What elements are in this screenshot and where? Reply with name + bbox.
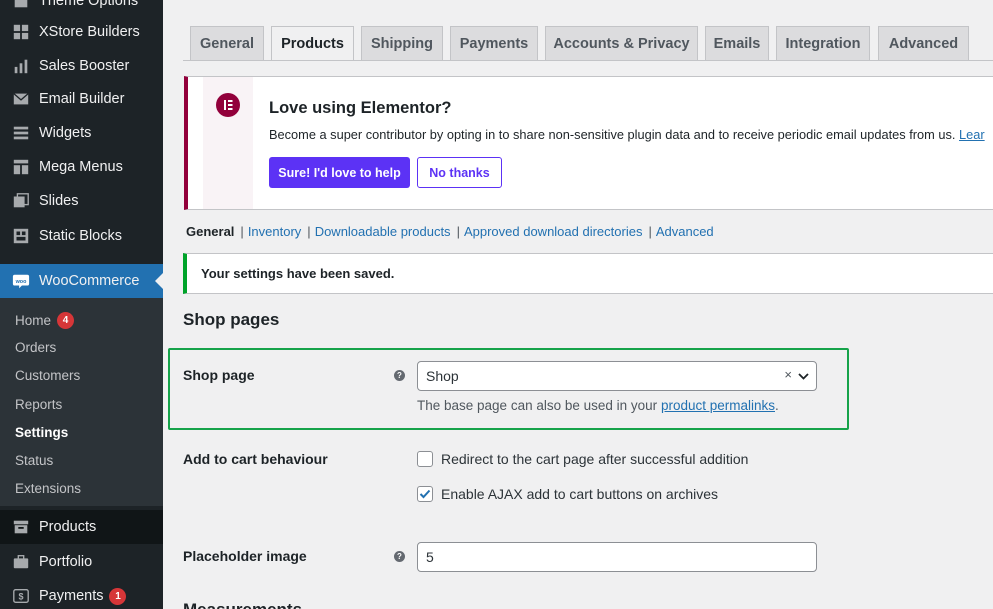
slides-icon	[11, 191, 31, 211]
sidebar-item-sales-booster[interactable]: Sales Booster	[0, 49, 163, 83]
submenu-item-customers[interactable]: Customers	[15, 368, 80, 383]
sidebar-item-label: WooCommerce	[39, 273, 140, 289]
sidebar-item-label: Mega Menus	[39, 159, 123, 175]
sidebar-item-widgets[interactable]: Widgets	[0, 116, 163, 150]
svg-text:$: $	[18, 592, 23, 602]
grid-icon	[11, 22, 31, 42]
sidebar-item-label: XStore Builders	[39, 24, 140, 40]
sidebar-item-label: Email Builder	[39, 91, 125, 107]
sidebar-item-label: Theme Options	[39, 0, 139, 9]
elementor-notice: Love using Elementor? Become a super con…	[184, 76, 993, 210]
sidebar-item-label: Portfolio	[39, 554, 93, 570]
tab-accounts-privacy[interactable]: Accounts & Privacy	[545, 26, 698, 60]
sidebar-item-label: Widgets	[39, 125, 92, 141]
woocommerce-icon: woo	[11, 271, 31, 291]
subnav-downloadable-products[interactable]: Downloadable products	[315, 224, 451, 239]
redirect-to-cart-option[interactable]: Redirect to the cart page after successf…	[417, 451, 748, 467]
sidebar-item-static-blocks[interactable]: Static Blocks	[0, 219, 163, 253]
sidebar-item-slides[interactable]: Slides	[0, 184, 163, 218]
tab-shipping[interactable]: Shipping	[361, 26, 443, 60]
widgets-icon	[11, 123, 31, 143]
tab-products[interactable]: Products	[271, 26, 354, 61]
notice-title: Love using Elementor?	[269, 99, 452, 117]
subnav-approved-download-directories[interactable]: Approved download directories	[464, 224, 643, 239]
sidebar-item-email-builder[interactable]: Email Builder	[0, 82, 163, 116]
theme-options-icon	[11, 0, 31, 11]
subnav-inventory[interactable]: Inventory	[248, 224, 301, 239]
sidebar-item-label: Static Blocks	[39, 228, 122, 244]
no-thanks-button[interactable]: No thanks	[417, 157, 502, 188]
learn-more-link[interactable]: Lear	[959, 127, 985, 142]
subnav-general[interactable]: General	[186, 224, 234, 239]
ajax-add-to-cart-option[interactable]: Enable AJAX add to cart buttons on archi…	[417, 486, 718, 502]
notice-text: Become a super contributor by opting in …	[269, 127, 985, 142]
submenu-item-home[interactable]: Home 4	[15, 312, 75, 329]
checkmark-icon	[419, 489, 431, 499]
shop-page-selected-value: Shop	[426, 368, 459, 384]
tab-integration[interactable]: Integration	[776, 26, 870, 60]
saved-message: Your settings have been saved.	[201, 266, 395, 281]
blocks-icon	[11, 226, 31, 246]
notification-badge: 1	[109, 587, 127, 605]
tab-emails[interactable]: Emails	[705, 26, 769, 60]
clear-selection-icon[interactable]: ×	[784, 367, 792, 382]
section-subnav: General | Inventory | Downloadable products |…	[186, 224, 714, 239]
envelope-icon	[11, 89, 31, 109]
archive-icon	[11, 517, 31, 537]
submenu-item-status[interactable]: Status	[15, 453, 53, 468]
ajax-checkbox[interactable]	[417, 486, 433, 502]
mega-menu-icon	[11, 157, 31, 177]
portfolio-icon	[11, 552, 31, 572]
submenu-item-orders[interactable]: Orders	[15, 340, 56, 355]
sidebar-item-mega-menus[interactable]: Mega Menus	[0, 150, 163, 184]
current-menu-arrow	[155, 273, 163, 289]
sidebar-item-label: Slides	[39, 193, 79, 209]
sidebar-item-label: Payments	[39, 588, 104, 604]
chevron-down-icon[interactable]	[797, 370, 810, 383]
settings-saved-notice: Your settings have been saved.	[183, 253, 993, 294]
sidebar-item-payments[interactable]: $ Payments 1	[0, 579, 163, 609]
add-to-cart-label: Add to cart behaviour	[183, 451, 328, 467]
help-tip-icon[interactable]: ?	[394, 370, 405, 381]
submenu-item-settings[interactable]: Settings	[15, 425, 68, 440]
bar-chart-icon	[11, 56, 31, 76]
tab-general[interactable]: General	[190, 26, 264, 60]
redirect-option-label: Redirect to the cart page after successf…	[441, 451, 749, 467]
placeholder-image-input[interactable]: 5	[417, 542, 817, 572]
product-permalinks-link[interactable]: product permalinks	[661, 398, 775, 413]
woocommerce-submenu: Home 4 Orders Customers Reports Settings…	[0, 298, 163, 506]
shop-page-description: The base page can also be used in your p…	[417, 398, 779, 413]
placeholder-image-label: Placeholder image	[183, 548, 307, 564]
redirect-checkbox[interactable]	[417, 451, 433, 467]
sidebar-item-portfolio[interactable]: Portfolio	[0, 545, 163, 579]
help-tip-icon[interactable]: ?	[394, 551, 405, 562]
sidebar-item-label: Sales Booster	[39, 58, 130, 74]
payments-icon: $	[11, 586, 31, 606]
svg-text:woo: woo	[15, 279, 27, 285]
subnav-advanced[interactable]: Advanced	[656, 224, 714, 239]
sidebar-item-label: Products	[39, 519, 97, 535]
elementor-logo-icon	[216, 93, 240, 117]
ajax-option-label: Enable AJAX add to cart buttons on archi…	[441, 486, 719, 502]
sidebar-item-xstore-builders[interactable]: XStore Builders	[0, 15, 163, 49]
submenu-item-reports[interactable]: Reports	[15, 397, 62, 412]
sidebar-item-products[interactable]: Products	[0, 510, 163, 544]
tab-divider	[183, 60, 993, 61]
measurements-heading: Measurements	[183, 600, 302, 609]
shop-page-select[interactable]: Shop ×	[417, 361, 817, 391]
tab-advanced[interactable]: Advanced	[878, 26, 969, 60]
section-title: Shop pages	[183, 310, 280, 329]
notification-badge: 4	[57, 312, 75, 329]
shop-page-label: Shop page	[183, 367, 255, 383]
submenu-item-extensions[interactable]: Extensions	[15, 481, 81, 496]
sidebar-item-woocommerce[interactable]: woo WooCommerce	[0, 264, 163, 298]
tab-payments[interactable]: Payments	[450, 26, 538, 60]
opt-in-button[interactable]: Sure! I'd love to help	[269, 157, 410, 188]
